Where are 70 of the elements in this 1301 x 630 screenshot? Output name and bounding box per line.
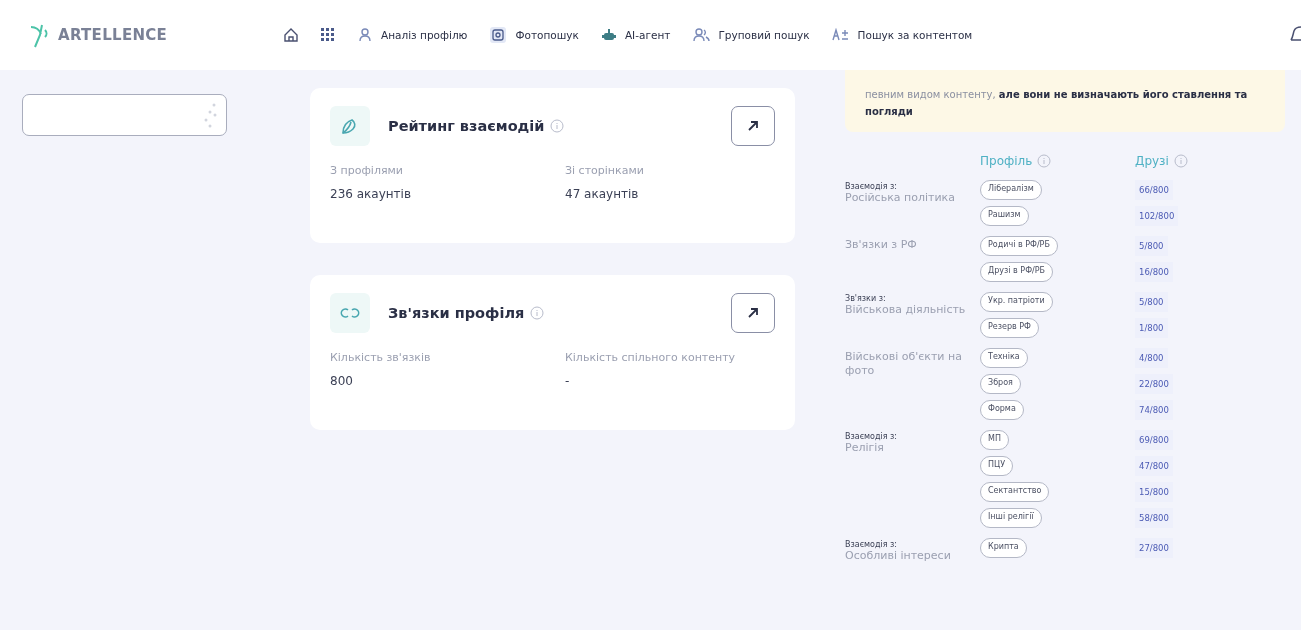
arrow-icon (746, 119, 760, 133)
card-title: Зв'язки профіля (388, 305, 525, 321)
person-icon (357, 27, 373, 43)
notice-text: певним видом контенту, але вони не визначають його ставлення та погляди (845, 70, 1285, 132)
count-badge: 47/800 (1135, 456, 1173, 476)
tag: Друзі в РФ/РБ (980, 262, 1054, 282)
nav-link[interactable]: Пошук за контентом (831, 28, 973, 42)
tag: Техніка (980, 348, 1028, 368)
category-title: Релігія (845, 441, 885, 455)
category-title: Російська політика (845, 191, 956, 205)
nav-link[interactable]: Аналіз профілю (357, 27, 468, 43)
count-badge: 66/800 (1135, 180, 1173, 200)
tag: Форма (980, 400, 1024, 420)
stat-value: - (565, 374, 571, 388)
apps-grid-icon[interactable] (321, 28, 335, 42)
column-header: Друзі (1135, 154, 1169, 168)
category-title: Військові об'єкти на фото (845, 350, 963, 378)
category-prefix: Взаємодія з: (845, 432, 899, 441)
stat-label: Зі сторінками (565, 164, 645, 177)
home-icon[interactable] (283, 27, 299, 43)
nav-link[interactable]: Фотопошук (489, 26, 579, 44)
camera-icon (489, 26, 508, 44)
robot-icon (600, 27, 617, 43)
tag: Крипта (980, 538, 1027, 558)
tag: Інші релігії (980, 508, 1042, 528)
arrow-icon (746, 306, 760, 320)
tag: Резерв РФ (980, 318, 1039, 338)
tag: Рашизм (980, 206, 1029, 226)
stat-value: 236 акаунтів (330, 187, 413, 201)
stat-value: 800 (330, 374, 354, 388)
tag: МП (980, 430, 1009, 450)
logo-text: ARTELLENCE (58, 26, 168, 44)
count-badge: 16/800 (1135, 262, 1173, 282)
category-prefix: Взаємодія з: (845, 540, 899, 549)
count-badge: 69/800 (1135, 430, 1173, 450)
count-badge: 15/800 (1135, 482, 1173, 502)
stat-label: Кількість зв'язків (330, 351, 432, 364)
link-icon (330, 293, 370, 333)
category-title: Військова діяльність (845, 303, 967, 317)
count-badge: 102/800 (1135, 206, 1179, 226)
count-badge: 1/800 (1135, 318, 1168, 338)
nav-link[interactable]: Груповий пошук (692, 27, 810, 43)
open-button[interactable] (731, 293, 775, 333)
count-badge: 5/800 (1135, 292, 1168, 312)
tag: Зброя (980, 374, 1021, 394)
stat-value: 47 акаунтів (565, 187, 640, 201)
open-button[interactable] (731, 106, 775, 146)
count-badge: 74/800 (1135, 400, 1173, 420)
stat-label: З профілями (330, 164, 404, 177)
category-title: Особливі інтереси (845, 549, 952, 563)
tag: ПЦУ (980, 456, 1014, 476)
count-badge: 5/800 (1135, 236, 1168, 256)
category-prefix: Взаємодія з: (845, 182, 899, 191)
nav-link[interactable]: AI-агент (600, 27, 671, 43)
count-badge: 27/800 (1135, 538, 1173, 558)
count-badge: 4/800 (1135, 348, 1168, 368)
group-icon (692, 27, 711, 43)
tag: Родичі в РФ/РБ (980, 236, 1058, 256)
text-search-icon (831, 28, 850, 42)
stat-label: Кількість спільного контенту (565, 351, 737, 364)
tag: Укр. патріоти (980, 292, 1053, 312)
count-badge: 58/800 (1135, 508, 1173, 528)
tag: Лібералізм (980, 180, 1042, 200)
card-title: Рейтинг взаємодій (388, 118, 545, 134)
tag: Сектантство (980, 482, 1050, 502)
category-prefix: Зв'язки з: (845, 294, 887, 303)
input-field[interactable] (22, 94, 227, 136)
category-title: Зв'язки з РФ (845, 238, 918, 252)
column-header: Профіль (980, 154, 1033, 168)
count-badge: 22/800 (1135, 374, 1173, 394)
